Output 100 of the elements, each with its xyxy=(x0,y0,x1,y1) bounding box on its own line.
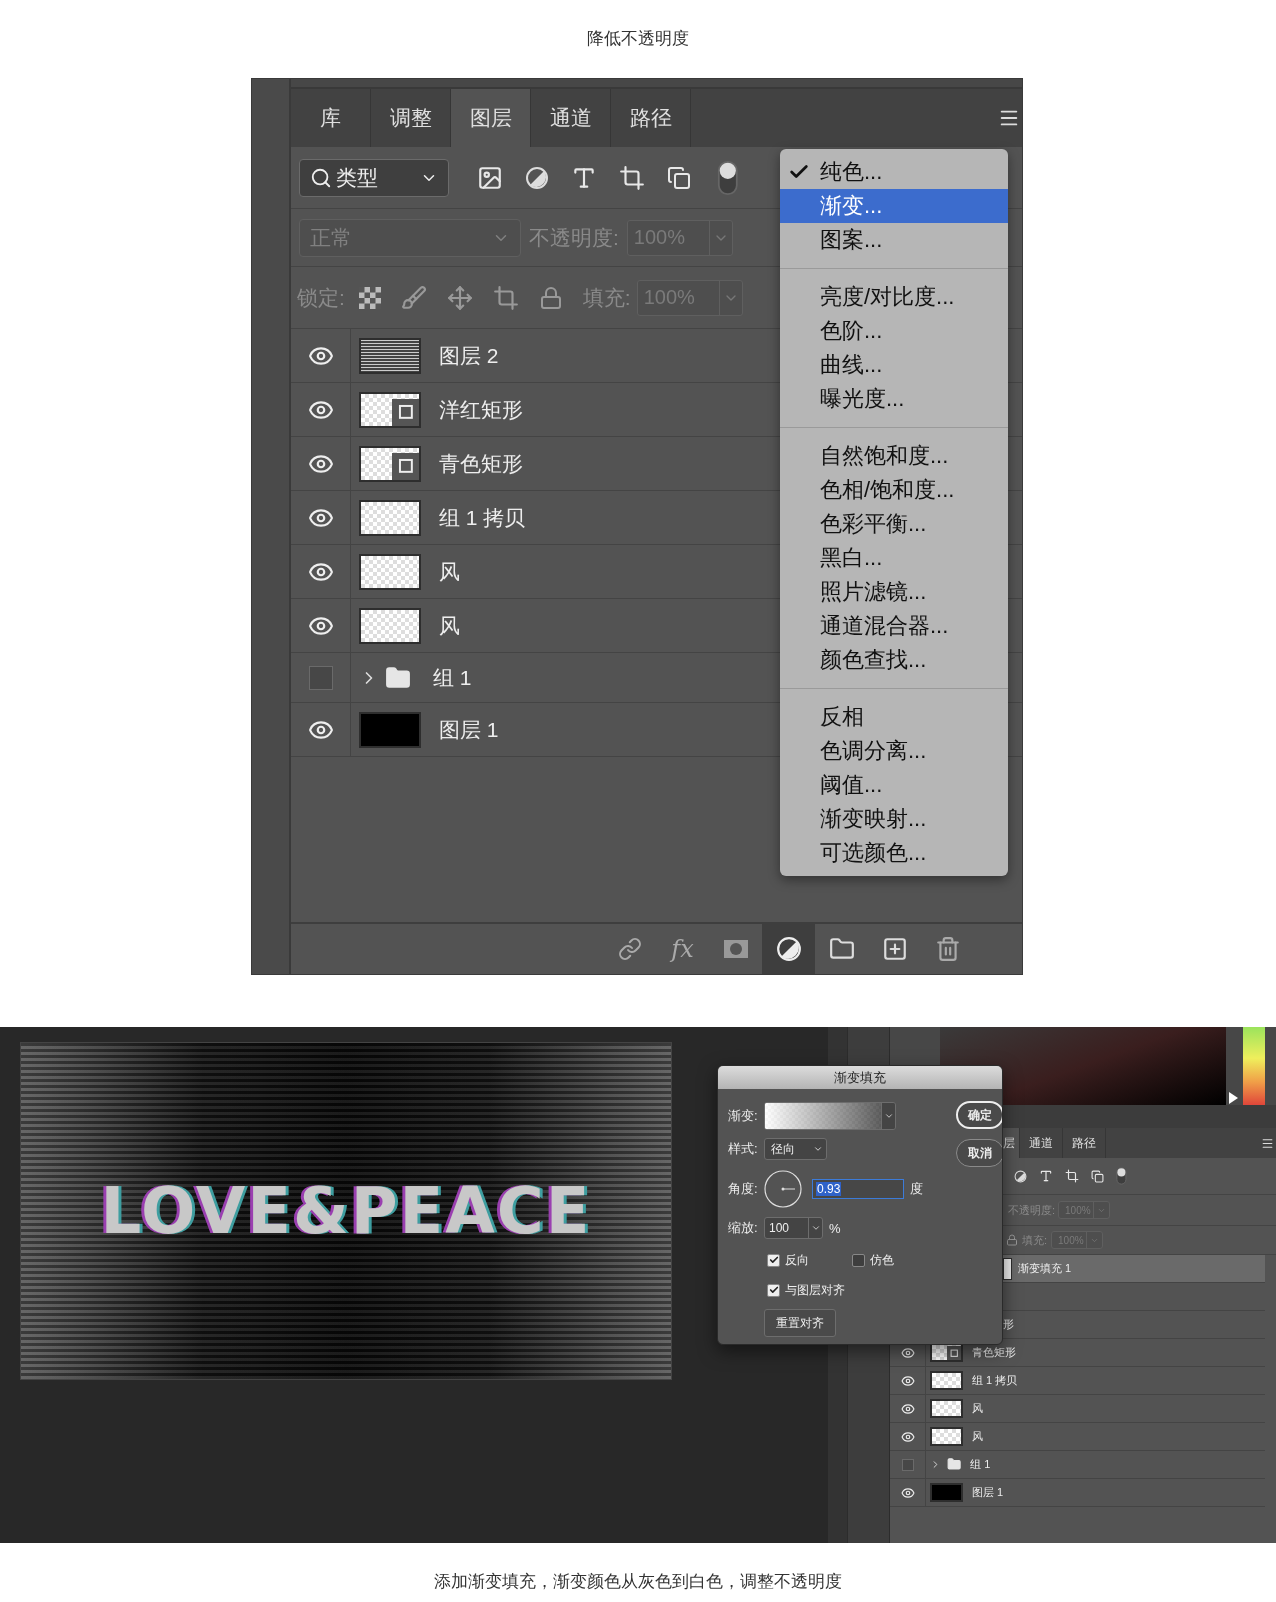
ok-button[interactable]: 确定 xyxy=(956,1101,1002,1129)
layer-row[interactable]: 风 xyxy=(890,1395,1265,1423)
scale-label: 缩放: xyxy=(728,1219,759,1237)
gradient-label: 渐变: xyxy=(728,1107,759,1125)
angle-label: 角度: xyxy=(728,1180,759,1198)
style-label: 样式: xyxy=(728,1140,759,1158)
plus-square-icon xyxy=(881,936,908,962)
layer-name: 组 1 拷贝 xyxy=(972,1373,1018,1388)
layer-row[interactable]: 组 1 xyxy=(890,1451,1265,1479)
adjustment-icon[interactable] xyxy=(525,165,549,190)
menu-item[interactable]: 可选颜色... xyxy=(780,836,1008,870)
angle-dial[interactable] xyxy=(764,1170,802,1208)
layer-name: 渐变填充 1 xyxy=(1018,1261,1072,1276)
layer-name: 青色矩形 xyxy=(439,450,523,477)
menu-icon[interactable] xyxy=(1261,1136,1274,1150)
menu-item[interactable]: 渐变映射... xyxy=(780,802,1008,836)
transform-icon[interactable] xyxy=(619,164,645,191)
artwork-text: LOVE&PEACE xyxy=(100,1174,592,1248)
move-icon[interactable] xyxy=(446,284,473,311)
scale-unit: % xyxy=(829,1220,841,1236)
layer-name: 组 1 xyxy=(433,664,472,691)
layer-thumbnail xyxy=(930,1399,963,1418)
reset-align-button[interactable]: 重置对齐 xyxy=(764,1309,836,1337)
panel-tab[interactable]: 通道 xyxy=(531,89,611,147)
menu-item[interactable]: 亮度/对比度... xyxy=(780,280,1008,314)
layer-thumbnail xyxy=(359,607,421,644)
panel-tab[interactable]: 图层 xyxy=(451,89,531,147)
toggle-switch[interactable] xyxy=(717,159,739,196)
lock-icon[interactable] xyxy=(538,285,563,310)
layer-name: 风 xyxy=(439,612,460,639)
layer-thumbnail xyxy=(359,499,421,536)
layer-name: 风 xyxy=(439,558,460,585)
chevron-down-icon[interactable] xyxy=(883,1111,894,1121)
panel-tab[interactable]: 路径 xyxy=(1063,1128,1106,1158)
chevron-down-icon[interactable] xyxy=(813,1144,823,1154)
menu-item[interactable]: 曝光度... xyxy=(780,382,1008,416)
layer-thumbnail xyxy=(359,711,421,748)
text-icon[interactable] xyxy=(1039,1169,1053,1183)
search-icon xyxy=(310,166,332,189)
style-select[interactable]: 径向 xyxy=(764,1138,827,1160)
layer-name: 洋红矩形 xyxy=(439,396,523,423)
scale-field[interactable]: 100 xyxy=(764,1217,823,1239)
adjustment-button[interactable] xyxy=(762,924,815,974)
layer-name: 形 xyxy=(1003,1317,1014,1332)
menu-item[interactable]: 阈值... xyxy=(780,768,1008,802)
eye-icon[interactable] xyxy=(900,1485,915,1500)
panel-tab[interactable]: 通道 xyxy=(1020,1128,1063,1158)
layer-row[interactable]: 图层 1 xyxy=(890,1479,1265,1507)
toggle-switch[interactable] xyxy=(1116,1167,1127,1185)
adjustment-icon[interactable] xyxy=(1014,1169,1027,1183)
caption: 降低不透明度 xyxy=(587,28,689,50)
image-icon[interactable] xyxy=(477,164,503,191)
caption: 添加渐变填充，渐变颜色从灰色到白色，调整不透明度 xyxy=(434,1571,842,1593)
menu-item[interactable]: 渐变... xyxy=(780,189,1008,223)
checkerboard-icon[interactable] xyxy=(358,286,381,309)
eye-icon[interactable] xyxy=(900,1429,915,1444)
checkbox[interactable] xyxy=(767,1283,780,1297)
layer-name: 图层 1 xyxy=(972,1485,1004,1500)
link-icon xyxy=(617,937,642,961)
layer-name: 风 xyxy=(972,1401,983,1416)
layer-name: 组 1 拷贝 xyxy=(439,504,526,531)
filter-select[interactable]: 类型 xyxy=(299,158,449,197)
checkbox[interactable] xyxy=(851,1253,865,1267)
menu-item[interactable]: 图案... xyxy=(780,223,1008,257)
adjustment-icon xyxy=(775,936,802,962)
layer-thumbnail xyxy=(930,1483,963,1502)
layer-row[interactable]: 风 xyxy=(890,1423,1265,1451)
eye-icon[interactable] xyxy=(900,1401,915,1416)
menu-item[interactable]: 自然饱和度... xyxy=(780,439,1008,473)
smart-object-icon[interactable] xyxy=(1091,1169,1104,1183)
angle-field[interactable]: 0.93 xyxy=(812,1179,904,1199)
eye-icon[interactable] xyxy=(900,1345,915,1360)
menu-item[interactable]: 反相 xyxy=(780,700,1008,734)
chevron-down-icon[interactable] xyxy=(810,1223,821,1233)
brush-icon[interactable] xyxy=(400,284,427,311)
layer-name: 风 xyxy=(972,1429,983,1444)
cancel-button[interactable]: 取消 xyxy=(956,1139,1002,1167)
menu-item[interactable]: 色彩平衡... xyxy=(780,507,1008,541)
layer-name: 青色矩形 xyxy=(972,1345,1016,1360)
layer-thumbnail xyxy=(359,553,421,590)
panel-tab[interactable]: 路径 xyxy=(611,89,691,147)
menu-item[interactable]: 纯色... xyxy=(780,155,1008,189)
crop-icon[interactable] xyxy=(492,284,519,311)
trash-icon xyxy=(934,936,961,962)
dialog-title: 渐变填充 xyxy=(834,1068,886,1087)
layer-name: 图层 1 xyxy=(439,716,499,743)
gradient-picker[interactable] xyxy=(764,1102,896,1130)
checkbox[interactable] xyxy=(767,1253,780,1267)
eye-icon[interactable] xyxy=(900,1373,915,1388)
layer-thumbnail xyxy=(930,1371,963,1390)
layer-name: 组 1 xyxy=(970,1457,991,1472)
menu-item[interactable]: 通道混合器... xyxy=(780,609,1008,643)
smart-object-icon[interactable] xyxy=(667,165,691,190)
layer-thumbnail xyxy=(359,391,421,428)
menu-item[interactable]: 曲线... xyxy=(780,348,1008,382)
layer-row[interactable]: 组 1 拷贝 xyxy=(890,1367,1265,1395)
transform-icon[interactable] xyxy=(1065,1169,1079,1183)
layer-thumbnail xyxy=(359,445,421,482)
lock-icon[interactable] xyxy=(1006,1234,1018,1246)
panel-tab[interactable]: 库 xyxy=(291,89,371,147)
